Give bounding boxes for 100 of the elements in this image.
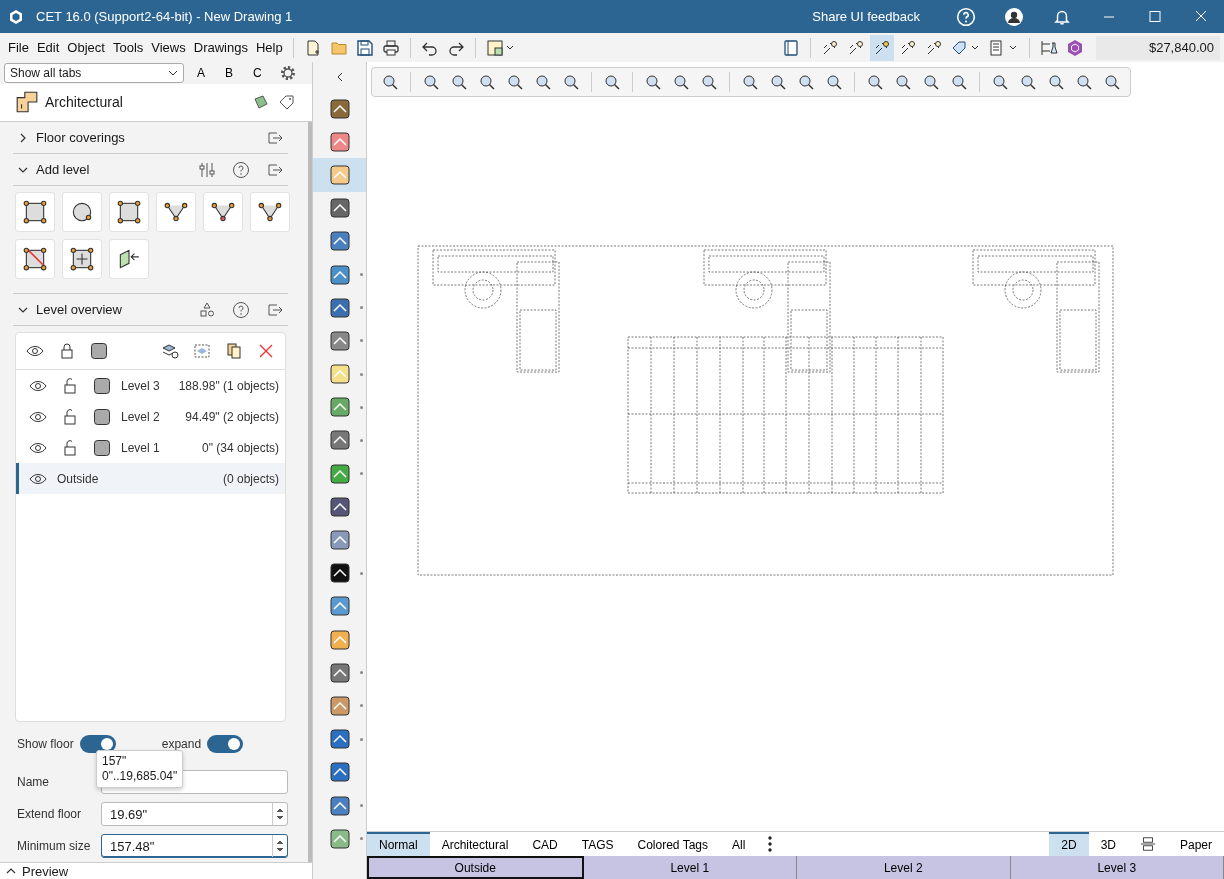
toggle-label: Show floor <box>17 737 74 752</box>
circle-shape-button[interactable] <box>62 192 102 233</box>
window-title: CET 16.0 (Support2-64-bit) - New Drawing 1 <box>36 9 293 24</box>
unlocked-icon[interactable] <box>61 376 79 395</box>
resize-shape-icon <box>69 246 95 273</box>
avatar-icon[interactable] <box>1004 6 1024 27</box>
section-header[interactable]: Level overview <box>13 294 288 327</box>
feedback-link[interactable]: Share UI feedback <box>806 8 926 25</box>
menu-item[interactable]: Help <box>251 40 287 55</box>
add-layer-icon[interactable] <box>161 342 179 361</box>
square-shape-button[interactable] <box>15 192 55 233</box>
add-point-button[interactable] <box>156 192 196 233</box>
toggle-label: expand <box>161 737 202 752</box>
view-tab[interactable]: Normal <box>367 832 430 856</box>
sliders-icon[interactable] <box>198 160 216 179</box>
more-dot-icon <box>360 273 363 277</box>
zoom-icon[interactable] <box>478 73 496 91</box>
tag-icon[interactable] <box>278 93 296 112</box>
filter-letter-button[interactable]: B <box>218 65 241 80</box>
cut-shape-icon <box>22 246 48 273</box>
more-dot-icon <box>360 704 363 708</box>
polygon-shape-icon <box>116 199 142 226</box>
help-icon[interactable] <box>232 160 250 179</box>
more-dot-icon <box>360 306 363 310</box>
level-name: Level 2 <box>121 409 160 424</box>
more-dot-icon <box>360 472 363 476</box>
level-row[interactable]: Level 1 0" (34 objects) <box>16 432 285 464</box>
remove-point-button[interactable] <box>203 192 243 233</box>
wall-import-button[interactable] <box>109 239 149 280</box>
field-label: Name <box>17 775 50 790</box>
swatch-icon[interactable] <box>93 407 111 426</box>
zoom-icon[interactable] <box>562 73 580 91</box>
price-display: $27,840.00 <box>1096 35 1220 60</box>
flask-icon[interactable] <box>1040 38 1058 57</box>
menu-item[interactable]: Drawings <box>189 40 252 55</box>
split-view-icon <box>1139 835 1156 852</box>
more-dot-icon <box>360 804 363 808</box>
menu-item[interactable]: File <box>4 40 33 55</box>
level-name: Level 1 <box>121 440 160 455</box>
cut-shape-button[interactable] <box>15 239 55 280</box>
input-field[interactable]: 19.69" <box>101 802 288 827</box>
save-icon[interactable] <box>355 38 374 57</box>
more-dot-icon <box>360 837 363 841</box>
preview-toggle[interactable]: Preview <box>0 862 312 879</box>
level-tab[interactable]: Outside <box>367 856 584 879</box>
input-field[interactable]: 157.48" <box>101 834 288 859</box>
view-mode-tab[interactable]: 2D <box>1049 832 1089 856</box>
menu-item[interactable]: Views <box>147 40 190 55</box>
hexagon-logo-icon[interactable] <box>1066 38 1084 57</box>
more-dot-icon <box>360 438 363 442</box>
zoom-icon[interactable] <box>422 73 440 91</box>
view-tab[interactable]: All <box>720 832 758 856</box>
more-dot-icon <box>360 372 363 376</box>
curve-button[interactable] <box>250 192 290 233</box>
swatch-icon[interactable] <box>90 342 108 361</box>
swatch-icon[interactable] <box>93 438 111 457</box>
tooltip-text: 157" <box>102 754 128 770</box>
menu-item[interactable]: Object <box>63 40 109 55</box>
view-tab[interactable]: Architectural <box>429 832 521 856</box>
level-row[interactable]: Level 3 188.98" (1 objects) <box>16 370 285 402</box>
print-icon[interactable] <box>381 38 400 57</box>
toggle-switch[interactable] <box>79 735 116 754</box>
field-label: Minimum size <box>17 839 92 854</box>
swatches-icon[interactable] <box>252 93 270 112</box>
panel-title: Architectural <box>45 94 123 111</box>
view-tab[interactable]: Colored Tags <box>625 832 720 856</box>
menu-item[interactable]: Edit <box>32 40 64 55</box>
unlocked-icon[interactable] <box>61 438 79 457</box>
level-row[interactable]: Level 2 94.49" (2 objects) <box>16 401 285 433</box>
menu-item[interactable]: Tools <box>108 40 148 55</box>
unlocked-icon[interactable] <box>61 407 79 426</box>
view-tab[interactable]: CAD <box>520 832 570 856</box>
level-info: (0 objects) <box>222 471 279 486</box>
view-mode-tab[interactable]: 3D <box>1088 832 1128 856</box>
tag-dropdown-icon[interactable] <box>951 38 981 57</box>
view-mode-tab[interactable]: Paper <box>1167 832 1224 856</box>
tooltip-text: 0"..19,685.04" <box>102 769 178 785</box>
list-dropdown-icon[interactable] <box>989 38 1019 57</box>
level-info: 94.49" (2 objects) <box>185 409 279 424</box>
toggle-switch[interactable] <box>207 735 244 754</box>
section-header[interactable]: Floor coverings <box>13 122 288 155</box>
tab-filter-dropdown[interactable]: Show all tabs <box>4 62 184 83</box>
settings-icon[interactable] <box>278 63 297 82</box>
filter-letter-button[interactable]: A <box>190 65 212 80</box>
zoom-icon[interactable] <box>450 73 468 91</box>
filter-letter-button[interactable]: C <box>246 65 269 80</box>
view-tab[interactable]: TAGS <box>569 832 626 856</box>
level-info: 188.98" (1 objects) <box>178 378 279 393</box>
level-row[interactable]: Outside (0 objects) <box>16 463 285 495</box>
resize-shape-button[interactable] <box>62 239 102 280</box>
book-icon[interactable] <box>782 38 800 57</box>
swatch-icon[interactable] <box>93 376 111 395</box>
section-header[interactable]: Add level <box>13 154 288 187</box>
polygon-shape-button[interactable] <box>109 192 149 233</box>
app-logo-icon <box>8 8 24 25</box>
layout-dropdown-icon[interactable] <box>485 38 516 57</box>
chevron-icon <box>18 132 28 143</box>
more-dot-icon <box>360 737 363 741</box>
lock-icon[interactable] <box>58 342 76 361</box>
help-icon[interactable] <box>232 300 250 319</box>
